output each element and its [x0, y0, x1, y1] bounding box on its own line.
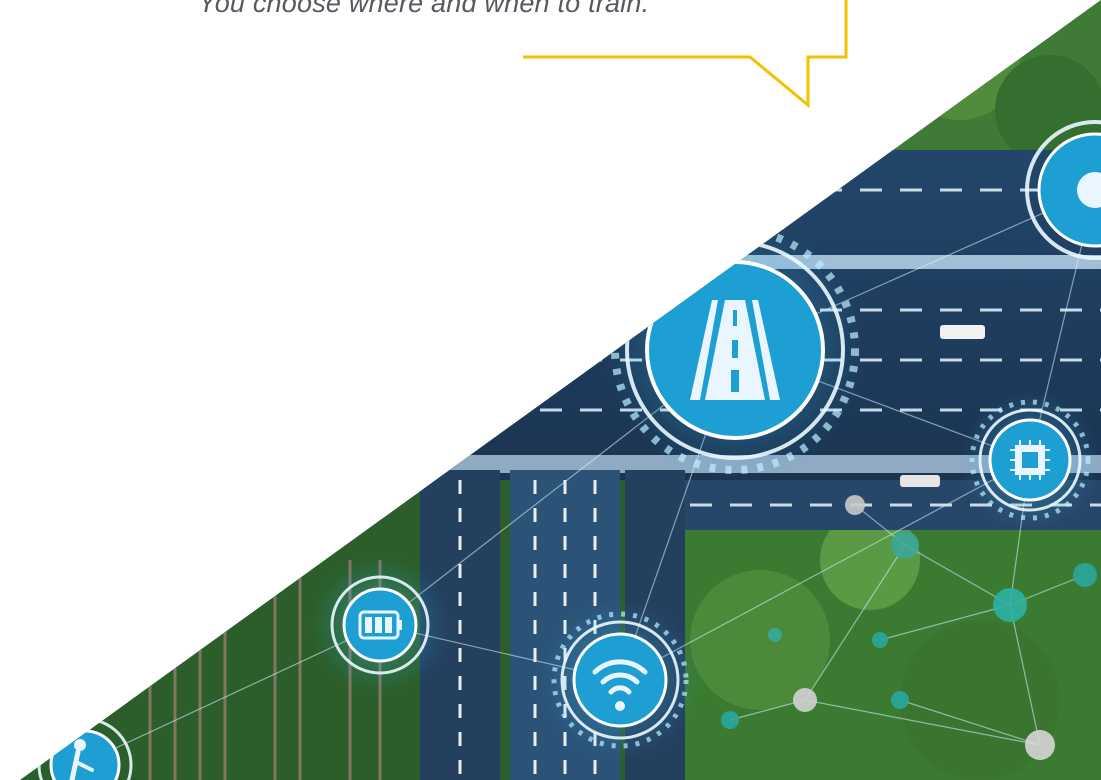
- smart-city-photo: [20, 0, 1101, 780]
- battery-icon: [330, 575, 430, 675]
- hero-section: You choose where and when to train.: [0, 0, 1101, 780]
